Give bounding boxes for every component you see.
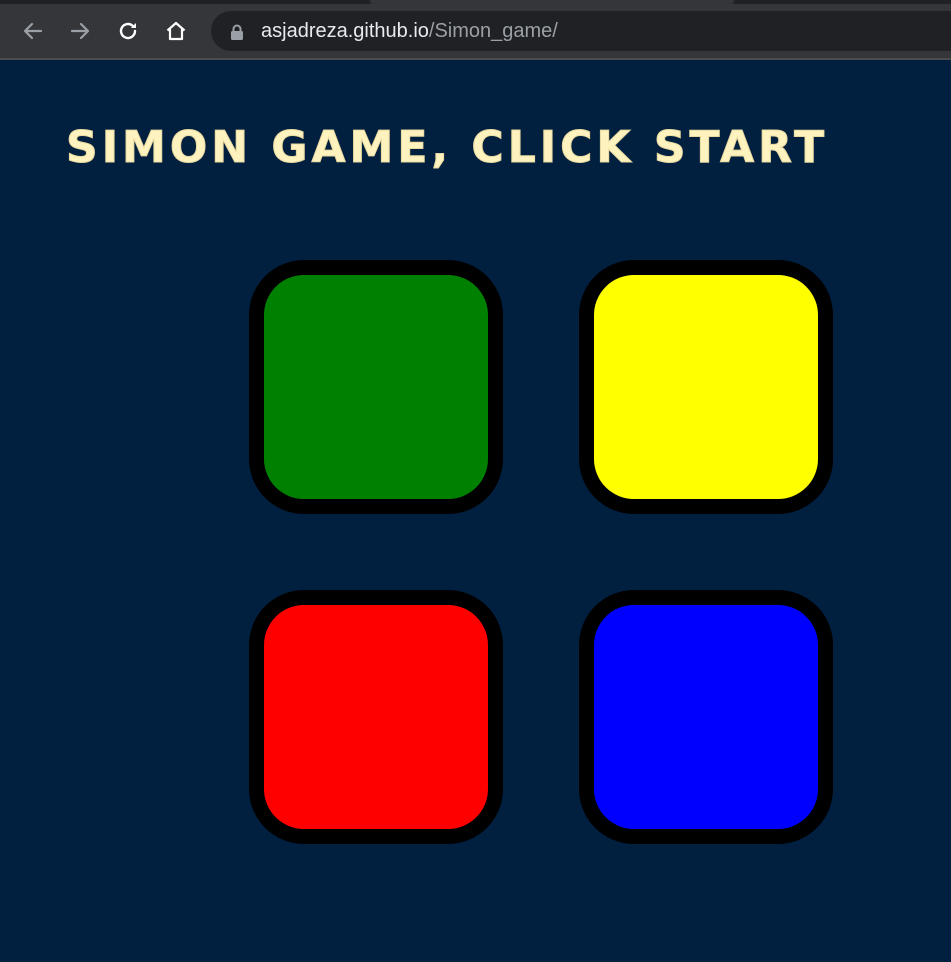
- home-icon: [166, 21, 186, 41]
- url-host: asjadreza.github.io: [261, 20, 429, 42]
- browser-toolbar: asjadreza.github.io/Simon_game/: [0, 4, 951, 58]
- forward-arrow-icon: [70, 22, 90, 40]
- url-text[interactable]: asjadreza.github.io/Simon_game/: [261, 20, 558, 42]
- reload-icon: [119, 22, 137, 40]
- blue-pad-button[interactable]: [579, 590, 833, 844]
- back-arrow-icon: [23, 22, 43, 40]
- yellow-pad-button[interactable]: [579, 260, 833, 514]
- forward-button[interactable]: [63, 14, 97, 48]
- lock-icon: [231, 24, 243, 40]
- game-title: Simon Game, Click Start: [65, 122, 829, 174]
- green-pad-button[interactable]: [249, 260, 503, 514]
- reload-button[interactable]: [111, 14, 145, 48]
- toolbar-divider: [0, 58, 951, 60]
- back-button[interactable]: [16, 14, 50, 48]
- red-pad-button[interactable]: [249, 590, 503, 844]
- address-bar[interactable]: asjadreza.github.io/Simon_game/: [211, 11, 951, 51]
- url-path: /Simon_game/: [428, 20, 558, 42]
- home-button[interactable]: [159, 14, 193, 48]
